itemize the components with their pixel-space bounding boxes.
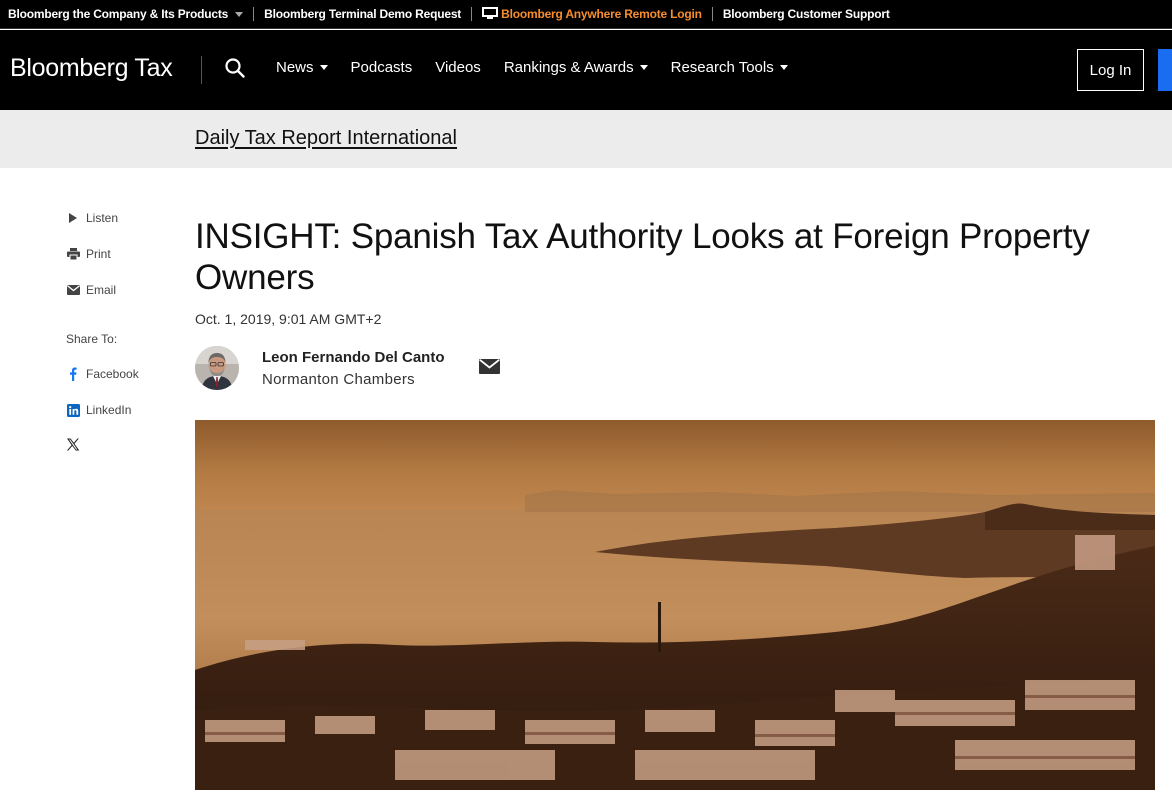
facebook-icon <box>66 367 80 381</box>
logo[interactable]: Bloomberg Tax <box>10 54 173 83</box>
chevron-down-icon <box>235 11 244 17</box>
envelope-icon <box>66 283 80 297</box>
main-nav: Bloomberg Tax News Podcasts Videos Ranki… <box>0 30 1172 110</box>
facebook-label: Facebook <box>86 367 139 381</box>
x-icon <box>66 437 80 451</box>
nav-item-label: Rankings & Awards <box>503 59 634 76</box>
terminal-icon <box>482 6 499 22</box>
share-facebook-button[interactable]: Facebook <box>66 367 139 381</box>
nav-item-label: Podcasts <box>350 59 413 76</box>
nav-item-videos[interactable]: Videos <box>435 59 481 76</box>
nav-item-news[interactable]: News <box>276 59 328 76</box>
company-products-link[interactable]: Bloomberg the Company & Its Products <box>8 7 244 21</box>
author-name[interactable]: Leon Fernando Del Canto <box>262 349 445 366</box>
nav-item-podcasts[interactable]: Podcasts <box>351 59 413 76</box>
chevron-down-icon <box>639 65 648 70</box>
play-icon <box>66 211 80 225</box>
divider <box>253 7 255 21</box>
email-label: Email <box>86 283 117 297</box>
subscribe-button[interactable] <box>1158 49 1172 91</box>
login-button[interactable]: Log In <box>1077 49 1144 91</box>
utility-bar: Bloomberg the Company & Its Products Blo… <box>0 0 1172 29</box>
divider <box>471 7 473 21</box>
divider <box>711 7 713 21</box>
divider <box>201 56 202 84</box>
section-bar: Daily Tax Report International <box>0 110 1172 168</box>
avatar[interactable] <box>195 346 239 390</box>
company-products-label: Bloomberg the Company & Its Products <box>8 7 229 21</box>
share-linkedin-button[interactable]: LinkedIn <box>66 403 131 417</box>
nav-item-rankings-awards[interactable]: Rankings & Awards <box>504 59 648 76</box>
hero-image <box>195 420 1155 790</box>
nav-item-research-tools[interactable]: Research Tools <box>671 59 788 76</box>
anywhere-login-link[interactable]: Bloomberg Anywhere Remote Login <box>482 6 702 22</box>
email-button[interactable]: Email <box>66 283 116 297</box>
author-organization: Normanton Chambers <box>262 371 415 388</box>
printer-icon <box>66 247 80 261</box>
chevron-down-icon <box>319 65 328 70</box>
nav-item-label: Videos <box>435 59 481 76</box>
nav-item-label: Research Tools <box>670 59 774 76</box>
listen-label: Listen <box>86 211 119 225</box>
listen-button[interactable]: Listen <box>66 211 118 225</box>
linkedin-label: LinkedIn <box>86 403 132 417</box>
chevron-down-icon <box>779 65 788 70</box>
article-date: Oct. 1, 2019, 9:01 AM GMT+2 <box>195 311 382 327</box>
article-headline: INSIGHT: Spanish Tax Authority Looks at … <box>195 217 1090 297</box>
nav-menu: News Podcasts Videos Rankings & Awards R… <box>276 59 811 76</box>
nav-item-label: News <box>276 59 314 76</box>
terminal-demo-link[interactable]: Bloomberg Terminal Demo Request <box>264 7 461 21</box>
section-title-link[interactable]: Daily Tax Report International <box>195 127 457 150</box>
print-label: Print <box>86 247 111 261</box>
linkedin-icon <box>66 403 80 417</box>
share-to-label: Share To: <box>66 332 118 346</box>
customer-support-link[interactable]: Bloomberg Customer Support <box>723 7 890 21</box>
anywhere-login-label: Bloomberg Anywhere Remote Login <box>501 7 702 21</box>
print-button[interactable]: Print <box>66 247 111 261</box>
search-icon[interactable] <box>224 57 246 79</box>
envelope-icon[interactable] <box>479 358 501 376</box>
share-x-button[interactable] <box>66 437 86 451</box>
